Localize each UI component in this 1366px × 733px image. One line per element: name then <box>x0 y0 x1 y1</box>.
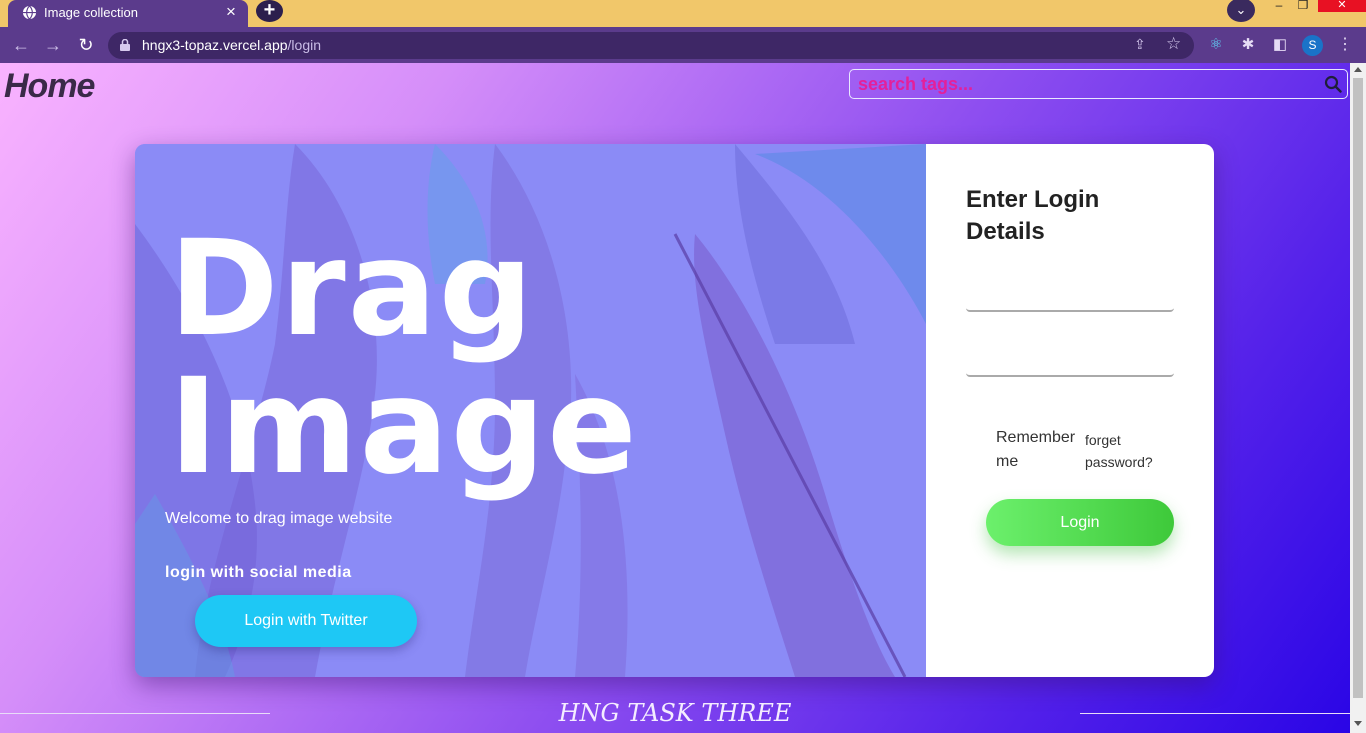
home-link[interactable]: Home <box>4 67 95 106</box>
login-heading: Enter Login Details <box>966 186 1100 245</box>
search-icon[interactable] <box>1324 75 1342 93</box>
social-login-label: login with social media <box>165 564 352 581</box>
new-tab-button[interactable]: + <box>256 0 283 22</box>
close-tab-icon[interactable]: × <box>226 3 236 20</box>
forget-password-link[interactable]: forget password? <box>1085 429 1165 473</box>
hero-title: Drag Image <box>169 220 639 496</box>
minimize-icon[interactable]: – <box>1272 0 1286 14</box>
remember-me-checkbox[interactable]: Remember me <box>996 426 1081 474</box>
scroll-up-icon[interactable] <box>1354 67 1362 72</box>
reload-icon[interactable]: ↻ <box>75 34 97 56</box>
profile-avatar[interactable]: S <box>1302 35 1323 56</box>
password-field[interactable] <box>966 347 1174 377</box>
extensions-puzzle-icon[interactable]: ✱ <box>1238 35 1258 55</box>
menu-kebab-icon[interactable]: ⋮ <box>1337 34 1353 54</box>
page-viewport: Home search tags... Drag Image Welcome t… <box>0 63 1350 733</box>
hero-title-line2: Image <box>169 350 639 504</box>
search-bar <box>849 69 1348 99</box>
bookmark-star-icon[interactable]: ☆ <box>1166 34 1181 54</box>
lock-icon <box>120 39 130 51</box>
react-devtools-icon[interactable]: ⚛ <box>1206 35 1226 55</box>
login-with-twitter-button[interactable]: Login with Twitter <box>195 595 417 647</box>
address-bar[interactable]: hngx3-topaz.vercel.app/login ⇪ ☆ <box>108 32 1194 59</box>
login-button[interactable]: Login <box>986 499 1174 546</box>
back-arrow-icon[interactable]: ← <box>10 34 32 56</box>
share-icon[interactable]: ⇪ <box>1134 36 1146 53</box>
footer-divider-left <box>0 713 270 714</box>
hero-title-line1: Drag <box>169 212 536 366</box>
scroll-down-icon[interactable] <box>1354 721 1362 726</box>
tab-title: Image collection <box>44 5 138 20</box>
browser-toolbar: ← → ↻ hngx3-topaz.vercel.app/login ⇪ ☆ ⚛… <box>0 27 1366 63</box>
welcome-text: Welcome to drag image website <box>165 510 393 527</box>
browser-tabbar: Image collection × + ⌄ – ❐ ✕ <box>0 0 1366 27</box>
side-panel-icon[interactable]: ◧ <box>1270 35 1290 55</box>
forward-arrow-icon[interactable]: → <box>42 34 64 56</box>
footer-text: HNG TASK THREE <box>558 699 792 727</box>
chevron-down-icon[interactable]: ⌄ <box>1227 0 1255 22</box>
scrollbar-thumb[interactable] <box>1353 78 1363 698</box>
browser-tab[interactable]: Image collection × <box>8 0 248 27</box>
page-scrollbar[interactable] <box>1350 63 1366 733</box>
footer-divider-right <box>1080 713 1350 714</box>
hero-panel: Drag Image Welcome to drag image website… <box>135 144 926 677</box>
username-field[interactable] <box>966 282 1174 312</box>
login-form-panel: Enter Login Details Remember me forget p… <box>926 144 1214 677</box>
globe-icon <box>22 5 37 20</box>
login-card: Drag Image Welcome to drag image website… <box>135 144 1214 677</box>
search-input[interactable] <box>850 70 1310 98</box>
url-text: hngx3-topaz.vercel.app/login <box>142 37 322 53</box>
restore-icon[interactable]: ❐ <box>1296 0 1310 14</box>
window-close-icon[interactable]: ✕ <box>1318 0 1366 12</box>
